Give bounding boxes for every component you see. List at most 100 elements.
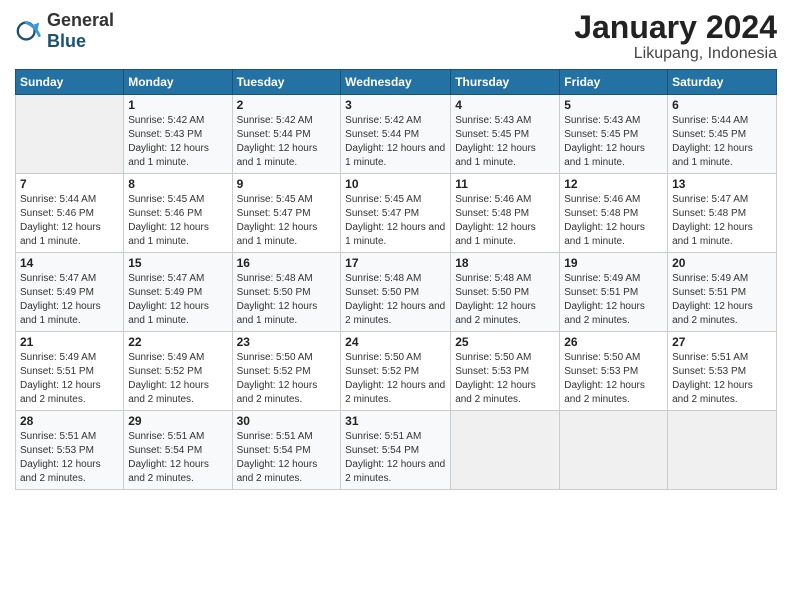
col-tuesday: Tuesday	[232, 70, 341, 95]
day-number: 10	[345, 177, 446, 191]
calendar-cell: 27 Sunrise: 5:51 AMSunset: 5:53 PMDaylig…	[668, 332, 777, 411]
calendar-cell: 8 Sunrise: 5:45 AMSunset: 5:46 PMDayligh…	[124, 174, 232, 253]
logo-general: General	[47, 10, 114, 30]
day-info: Sunrise: 5:50 AMSunset: 5:53 PMDaylight:…	[564, 351, 663, 407]
calendar-cell: 14 Sunrise: 5:47 AMSunset: 5:49 PMDaylig…	[16, 253, 124, 332]
day-info: Sunrise: 5:42 AMSunset: 5:44 PMDaylight:…	[345, 114, 446, 170]
calendar-cell: 11 Sunrise: 5:46 AMSunset: 5:48 PMDaylig…	[451, 174, 560, 253]
calendar-table: Sunday Monday Tuesday Wednesday Thursday…	[15, 69, 777, 490]
calendar-cell: 31 Sunrise: 5:51 AMSunset: 5:54 PMDaylig…	[341, 411, 451, 490]
day-number: 31	[345, 414, 446, 428]
day-number: 15	[128, 256, 227, 270]
calendar-container: General Blue January 2024 Likupang, Indo…	[0, 0, 792, 500]
week-row-4: 21 Sunrise: 5:49 AMSunset: 5:51 PMDaylig…	[16, 332, 777, 411]
week-row-3: 14 Sunrise: 5:47 AMSunset: 5:49 PMDaylig…	[16, 253, 777, 332]
day-info: Sunrise: 5:50 AMSunset: 5:53 PMDaylight:…	[455, 351, 555, 407]
calendar-cell: 13 Sunrise: 5:47 AMSunset: 5:48 PMDaylig…	[668, 174, 777, 253]
calendar-cell: 29 Sunrise: 5:51 AMSunset: 5:54 PMDaylig…	[124, 411, 232, 490]
calendar-cell	[668, 411, 777, 490]
calendar-cell: 30 Sunrise: 5:51 AMSunset: 5:54 PMDaylig…	[232, 411, 341, 490]
day-number: 19	[564, 256, 663, 270]
col-sunday: Sunday	[16, 70, 124, 95]
day-number: 26	[564, 335, 663, 349]
header-row: Sunday Monday Tuesday Wednesday Thursday…	[16, 70, 777, 95]
day-info: Sunrise: 5:43 AMSunset: 5:45 PMDaylight:…	[455, 114, 555, 170]
day-number: 14	[20, 256, 119, 270]
col-friday: Friday	[560, 70, 668, 95]
day-number: 29	[128, 414, 227, 428]
calendar-cell: 16 Sunrise: 5:48 AMSunset: 5:50 PMDaylig…	[232, 253, 341, 332]
day-number: 21	[20, 335, 119, 349]
calendar-cell: 26 Sunrise: 5:50 AMSunset: 5:53 PMDaylig…	[560, 332, 668, 411]
col-thursday: Thursday	[451, 70, 560, 95]
calendar-cell: 22 Sunrise: 5:49 AMSunset: 5:52 PMDaylig…	[124, 332, 232, 411]
day-info: Sunrise: 5:48 AMSunset: 5:50 PMDaylight:…	[345, 272, 446, 328]
day-info: Sunrise: 5:51 AMSunset: 5:54 PMDaylight:…	[237, 430, 337, 486]
calendar-cell: 12 Sunrise: 5:46 AMSunset: 5:48 PMDaylig…	[560, 174, 668, 253]
day-number: 30	[237, 414, 337, 428]
day-number: 11	[455, 177, 555, 191]
day-number: 20	[672, 256, 772, 270]
day-number: 8	[128, 177, 227, 191]
day-number: 6	[672, 98, 772, 112]
day-info: Sunrise: 5:44 AMSunset: 5:46 PMDaylight:…	[20, 193, 119, 249]
day-info: Sunrise: 5:50 AMSunset: 5:52 PMDaylight:…	[237, 351, 337, 407]
day-number: 13	[672, 177, 772, 191]
day-number: 5	[564, 98, 663, 112]
day-info: Sunrise: 5:48 AMSunset: 5:50 PMDaylight:…	[455, 272, 555, 328]
day-number: 2	[237, 98, 337, 112]
calendar-cell: 19 Sunrise: 5:49 AMSunset: 5:51 PMDaylig…	[560, 253, 668, 332]
calendar-cell: 2 Sunrise: 5:42 AMSunset: 5:44 PMDayligh…	[232, 95, 341, 174]
day-info: Sunrise: 5:45 AMSunset: 5:47 PMDaylight:…	[237, 193, 337, 249]
day-number: 1	[128, 98, 227, 112]
day-number: 12	[564, 177, 663, 191]
day-number: 28	[20, 414, 119, 428]
col-monday: Monday	[124, 70, 232, 95]
calendar-cell: 4 Sunrise: 5:43 AMSunset: 5:45 PMDayligh…	[451, 95, 560, 174]
day-info: Sunrise: 5:49 AMSunset: 5:51 PMDaylight:…	[564, 272, 663, 328]
calendar-cell: 17 Sunrise: 5:48 AMSunset: 5:50 PMDaylig…	[341, 253, 451, 332]
day-number: 23	[237, 335, 337, 349]
day-info: Sunrise: 5:48 AMSunset: 5:50 PMDaylight:…	[237, 272, 337, 328]
day-info: Sunrise: 5:45 AMSunset: 5:47 PMDaylight:…	[345, 193, 446, 249]
calendar-cell: 21 Sunrise: 5:49 AMSunset: 5:51 PMDaylig…	[16, 332, 124, 411]
col-saturday: Saturday	[668, 70, 777, 95]
calendar-cell: 15 Sunrise: 5:47 AMSunset: 5:49 PMDaylig…	[124, 253, 232, 332]
title-block: January 2024 Likupang, Indonesia	[574, 10, 777, 63]
month-title: January 2024	[574, 10, 777, 45]
header: General Blue January 2024 Likupang, Indo…	[15, 10, 777, 63]
day-info: Sunrise: 5:42 AMSunset: 5:44 PMDaylight:…	[237, 114, 337, 170]
day-info: Sunrise: 5:49 AMSunset: 5:51 PMDaylight:…	[20, 351, 119, 407]
calendar-cell: 3 Sunrise: 5:42 AMSunset: 5:44 PMDayligh…	[341, 95, 451, 174]
day-number: 18	[455, 256, 555, 270]
day-info: Sunrise: 5:42 AMSunset: 5:43 PMDaylight:…	[128, 114, 227, 170]
calendar-cell: 24 Sunrise: 5:50 AMSunset: 5:52 PMDaylig…	[341, 332, 451, 411]
calendar-cell: 25 Sunrise: 5:50 AMSunset: 5:53 PMDaylig…	[451, 332, 560, 411]
calendar-cell	[451, 411, 560, 490]
week-row-2: 7 Sunrise: 5:44 AMSunset: 5:46 PMDayligh…	[16, 174, 777, 253]
calendar-cell	[16, 95, 124, 174]
day-info: Sunrise: 5:51 AMSunset: 5:53 PMDaylight:…	[20, 430, 119, 486]
day-info: Sunrise: 5:47 AMSunset: 5:49 PMDaylight:…	[20, 272, 119, 328]
day-info: Sunrise: 5:46 AMSunset: 5:48 PMDaylight:…	[455, 193, 555, 249]
day-info: Sunrise: 5:46 AMSunset: 5:48 PMDaylight:…	[564, 193, 663, 249]
day-info: Sunrise: 5:49 AMSunset: 5:51 PMDaylight:…	[672, 272, 772, 328]
day-info: Sunrise: 5:43 AMSunset: 5:45 PMDaylight:…	[564, 114, 663, 170]
day-info: Sunrise: 5:44 AMSunset: 5:45 PMDaylight:…	[672, 114, 772, 170]
week-row-1: 1 Sunrise: 5:42 AMSunset: 5:43 PMDayligh…	[16, 95, 777, 174]
calendar-cell: 10 Sunrise: 5:45 AMSunset: 5:47 PMDaylig…	[341, 174, 451, 253]
calendar-cell: 28 Sunrise: 5:51 AMSunset: 5:53 PMDaylig…	[16, 411, 124, 490]
day-number: 9	[237, 177, 337, 191]
day-number: 27	[672, 335, 772, 349]
calendar-cell: 7 Sunrise: 5:44 AMSunset: 5:46 PMDayligh…	[16, 174, 124, 253]
calendar-cell	[560, 411, 668, 490]
location: Likupang, Indonesia	[574, 45, 777, 63]
day-number: 4	[455, 98, 555, 112]
logo-blue: Blue	[47, 31, 86, 51]
day-info: Sunrise: 5:51 AMSunset: 5:53 PMDaylight:…	[672, 351, 772, 407]
day-number: 7	[20, 177, 119, 191]
day-info: Sunrise: 5:51 AMSunset: 5:54 PMDaylight:…	[345, 430, 446, 486]
calendar-cell: 5 Sunrise: 5:43 AMSunset: 5:45 PMDayligh…	[560, 95, 668, 174]
week-row-5: 28 Sunrise: 5:51 AMSunset: 5:53 PMDaylig…	[16, 411, 777, 490]
day-number: 17	[345, 256, 446, 270]
